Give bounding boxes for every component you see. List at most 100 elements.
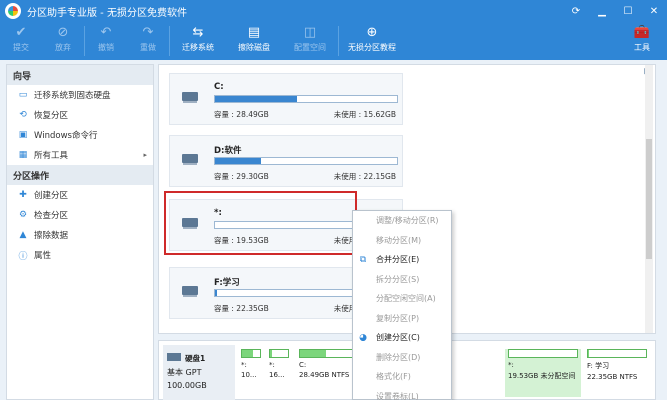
diskmap-block[interactable]: F: 学习 22.35GB NTFS	[587, 349, 647, 397]
recover-icon: ⟲	[19, 110, 27, 120]
menu-item-copy[interactable]: 复制分区(P)	[353, 309, 451, 329]
migrate-icon: ▭	[18, 90, 28, 100]
partition-free: 未使用 : 22.15GB	[333, 172, 396, 181]
menu-item-set-label[interactable]: 设置卷标(L)	[353, 387, 451, 400]
partition-ops-header: 分区操作	[7, 165, 153, 185]
maximize-icon[interactable]: ☐	[619, 2, 637, 20]
sidebar-item-cmd[interactable]: ▣ Windows命令行	[7, 125, 153, 145]
diskmap-label: *:	[508, 361, 514, 369]
refresh-icon[interactable]: ⟳	[567, 2, 585, 20]
undo-button[interactable]: ↶ 撤销	[85, 22, 127, 60]
menu-item-label: 设置卷标(L)	[376, 391, 419, 400]
sidebar-item-label: 检查分区	[34, 211, 69, 221]
left-panel: 向导 ▭ 迁移系统到固态硬盘 ⟲ 恢复分区 ▣ Windows命令行 ▦ 所有工…	[6, 64, 154, 400]
undo-icon: ↶	[100, 25, 112, 40]
sidebar-item-label: 所有工具	[34, 151, 69, 161]
sidebar-item-label: 创建分区	[34, 191, 69, 201]
sidebar-item-check-partition[interactable]: ⚙ 检查分区	[7, 205, 153, 225]
diskmap-size: 19.53GB 未分配空间	[508, 372, 576, 380]
partition-usage-bar	[214, 157, 398, 165]
diskmap-bar-fill	[242, 350, 253, 357]
drive-icon	[182, 92, 198, 103]
tools-icon: ▦	[18, 150, 28, 160]
apply-button[interactable]: ✔ 提交	[0, 22, 42, 60]
partition-name: F:学习	[214, 278, 240, 288]
create-partition-icon: ◕	[359, 332, 367, 343]
diskmap-block[interactable]: C: 28.49GB NTFS	[299, 349, 359, 397]
scrollbar-thumb[interactable]	[646, 139, 652, 259]
tutorial-icon: ⊕	[366, 25, 378, 40]
disk-size: 100.00GB	[167, 381, 207, 390]
drive-icon	[182, 154, 198, 165]
menu-item-label: 拆分分区(S)	[376, 274, 420, 284]
diskmap-block[interactable]: *: 16...	[269, 349, 289, 397]
allocate-label: 配置空间	[294, 43, 326, 52]
diskmap-bar	[299, 349, 359, 358]
wizard-header: 向导	[7, 65, 153, 85]
menu-item-split[interactable]: 拆分分区(S)	[353, 270, 451, 290]
check-icon: ✔	[15, 25, 27, 40]
sidebar-item-recover-partition[interactable]: ⟲ 恢复分区	[7, 105, 153, 125]
diskmap-bar-fill	[300, 350, 327, 357]
minimize-icon[interactable]: ▁	[593, 2, 611, 20]
vertical-scrollbar[interactable]	[645, 65, 653, 333]
diskmap-label: F: 学习	[587, 362, 610, 370]
selection-highlight	[164, 191, 357, 255]
sidebar-item-label: 属性	[34, 251, 52, 261]
partition-card-c[interactable]: C: 容量 : 28.49GB 未使用 : 15.62GB	[169, 73, 403, 125]
menu-item-merge[interactable]: ⧉ 合并分区(E)	[353, 250, 451, 270]
create-partition-icon: ✚	[19, 190, 27, 200]
partition-usage-fill	[215, 290, 217, 296]
title-bar: 分区助手专业版 - 无损分区免费软件 ⟳ ▁ ☐ ✕	[0, 0, 667, 22]
close-icon[interactable]: ✕	[645, 2, 663, 20]
diskmap-bar-fill	[270, 350, 272, 357]
menu-item-label: 删除分区(D)	[376, 352, 421, 362]
sidebar-item-migrate-ssd[interactable]: ▭ 迁移系统到固态硬盘	[7, 85, 153, 105]
discard-label: 放弃	[55, 43, 71, 52]
diskmap-size: 22.35GB NTFS	[587, 373, 638, 381]
diskmap-size: 16...	[269, 371, 285, 379]
menu-item-label: 移动分区(M)	[376, 235, 422, 245]
redo-button[interactable]: ↷ 重做	[127, 22, 169, 60]
redo-label: 重做	[140, 43, 156, 52]
menu-item-move[interactable]: 移动分区(M)	[353, 231, 451, 251]
tutorial-button[interactable]: ⊕ 无损分区教程	[339, 22, 405, 60]
tools-label: 工具	[634, 43, 650, 52]
migrate-os-button[interactable]: ⇆ 迁移系统	[170, 22, 226, 60]
menu-item-delete[interactable]: 删除分区(D)	[353, 348, 451, 368]
partition-card-d[interactable]: D:软件 容量 : 29.30GB 未使用 : 22.15GB	[169, 135, 403, 187]
wipe-disk-button[interactable]: ▤ 擦除磁盘	[226, 22, 282, 60]
window-title: 分区助手专业版 - 无损分区免费软件	[27, 7, 187, 19]
partition-name: D:软件	[214, 146, 242, 156]
menu-item-label: 合并分区(E)	[376, 255, 420, 265]
menu-item-create[interactable]: ◕ 创建分区(C)	[353, 328, 451, 348]
menu-item-label: 调整/移动分区(R)	[376, 216, 439, 226]
menu-item-label: 创建分区(C)	[376, 333, 420, 343]
menu-item-allocate-free[interactable]: 分配空闲空间(A)	[353, 289, 451, 309]
sidebar-item-erase-data[interactable]: ▲ 擦除数据	[7, 225, 153, 245]
erase-icon: ▲	[19, 230, 27, 240]
partition-usage-fill	[215, 96, 297, 102]
sidebar-item-create-partition[interactable]: ✚ 创建分区	[7, 185, 153, 205]
toolbox-icon: 🧰	[633, 25, 651, 40]
diskmap-label: *:	[241, 361, 247, 369]
disk-type: 基本 GPT	[167, 368, 202, 377]
menu-item-label: 复制分区(P)	[376, 313, 420, 323]
toolbar: ✔ 提交 ⊘ 放弃 ↶ 撤销 ↷ 重做 ⇆ 迁移系统 ▤ 擦除磁盘 ◫ 配置空间…	[0, 22, 667, 60]
disk-info[interactable]: 硬盘1 基本 GPT 100.00GB	[163, 345, 235, 400]
partition-usage-bar	[214, 95, 398, 103]
diskmap-block-unallocated[interactable]: *: 19.53GB 未分配空间	[505, 349, 581, 397]
discard-button[interactable]: ⊘ 放弃	[42, 22, 84, 60]
menu-item-label: 分配空闲空间(A)	[376, 294, 436, 304]
menu-item-resize-move[interactable]: 调整/移动分区(R)	[353, 211, 451, 231]
partition-capacity: 容量 : 22.35GB	[214, 304, 269, 313]
allocate-space-button[interactable]: ◫ 配置空间	[282, 22, 338, 60]
wipe-icon: ▤	[247, 25, 261, 40]
sidebar-item-properties[interactable]: ⓘ 属性	[7, 245, 153, 265]
tools-button[interactable]: 🧰 工具	[621, 22, 663, 60]
diskmap-block[interactable]: *: 10...	[241, 349, 261, 397]
menu-item-format[interactable]: 格式化(F)	[353, 367, 451, 387]
partition-capacity: 容量 : 28.49GB	[214, 110, 269, 119]
diskmap-bar-fill	[588, 350, 589, 357]
sidebar-item-all-tools[interactable]: ▦ 所有工具 ▸	[7, 145, 153, 165]
